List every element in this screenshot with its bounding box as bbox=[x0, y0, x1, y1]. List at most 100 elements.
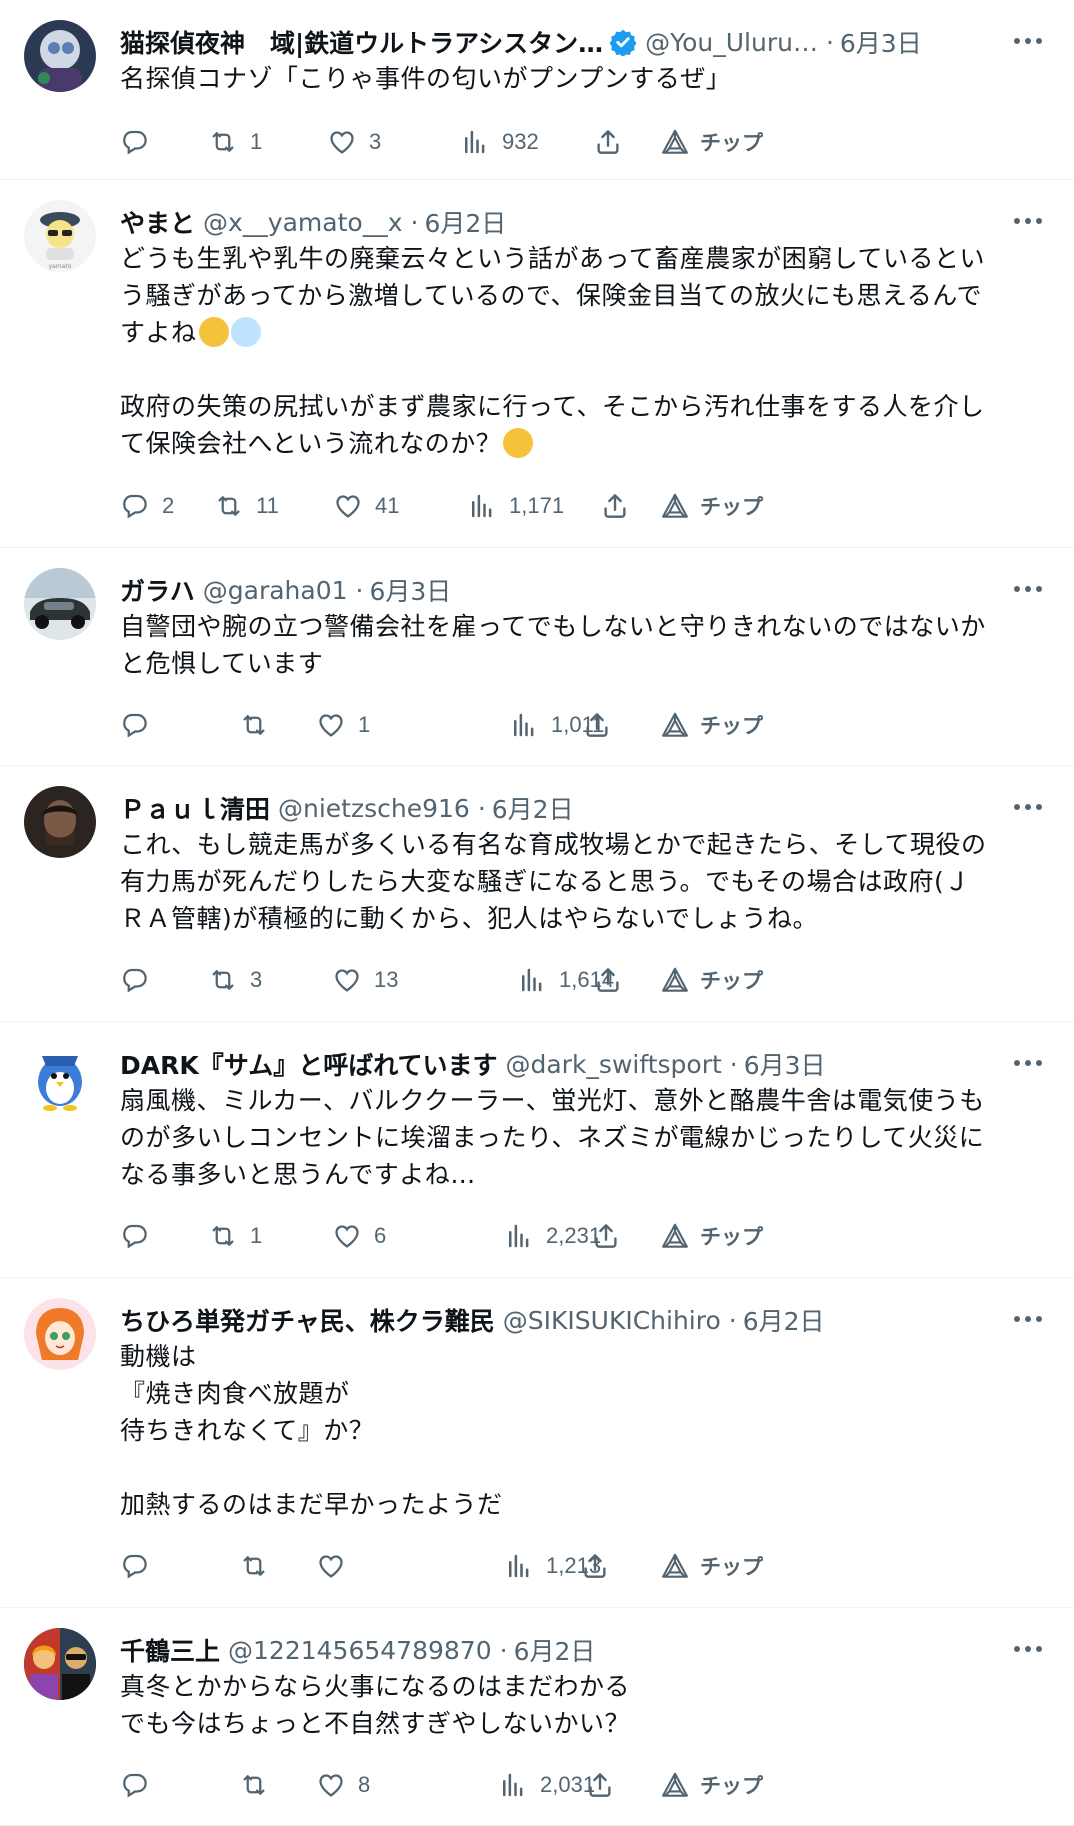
reply-button[interactable] bbox=[120, 1765, 162, 1805]
tweet-date[interactable]: 6月3日 bbox=[840, 24, 922, 60]
tweet-text: これ、もし競走馬が多くいる有名な育成牧場とかで起きたら、そして現役の 有力馬が死ん… bbox=[120, 826, 1044, 937]
user-handle[interactable]: @122145654789870 bbox=[228, 1636, 492, 1665]
tweet-text-line: 真冬とかからなら火事になるのはまだわかる bbox=[120, 1672, 631, 1701]
tip-button[interactable]: チップ bbox=[660, 1216, 763, 1256]
display-name[interactable]: Ｐａｕｌ清田 bbox=[120, 790, 270, 826]
reply-button[interactable] bbox=[120, 122, 162, 162]
retweet-icon bbox=[208, 965, 238, 995]
tweet-date[interactable]: 6月2日 bbox=[424, 204, 506, 240]
like-button[interactable]: 41 bbox=[333, 486, 399, 526]
views-button[interactable]: 932 bbox=[460, 122, 539, 162]
share-icon bbox=[593, 127, 623, 157]
views-button[interactable]: 1,171 bbox=[467, 486, 564, 526]
tip-icon bbox=[660, 710, 690, 740]
tweet-text-line: て保険会社へという流れなのか？ bbox=[120, 425, 1044, 462]
views-button[interactable]: 2,031 bbox=[498, 1765, 595, 1805]
tweet-reply[interactable]: DARK『サム』と呼ばれています @dark_swiftsport · 6月3日 扇風機… bbox=[0, 1022, 1074, 1278]
share-button[interactable] bbox=[582, 705, 612, 745]
retweet-button[interactable]: 3 bbox=[208, 960, 262, 1000]
user-handle[interactable]: @nietzsche916 bbox=[278, 794, 470, 823]
like-icon bbox=[333, 491, 363, 521]
tip-icon bbox=[660, 1770, 690, 1800]
reply-button[interactable] bbox=[120, 1546, 162, 1586]
share-button[interactable] bbox=[593, 960, 623, 1000]
more-icon[interactable] bbox=[1010, 26, 1046, 56]
separator-dot: · bbox=[355, 575, 364, 605]
display-name[interactable]: やまと bbox=[120, 204, 195, 240]
like-button[interactable] bbox=[316, 1546, 358, 1586]
tweet-reply[interactable]: 千鶴三上 @122145654789870 · 6月2日 真冬とかからなら火事になるのは… bbox=[0, 1608, 1074, 1826]
retweet-button[interactable]: 11 bbox=[214, 486, 279, 526]
share-button[interactable] bbox=[591, 1216, 621, 1256]
like-button[interactable]: 8 bbox=[316, 1765, 370, 1805]
tweet-reply[interactable]: yamato やまと @x__yamato__x · 6月2日 どうも生乳や乳牛の廃棄云々… bbox=[0, 180, 1074, 548]
avatar[interactable] bbox=[24, 568, 96, 640]
reply-button[interactable] bbox=[120, 705, 162, 745]
reply-button[interactable] bbox=[120, 960, 162, 1000]
display-name[interactable]: ちひろ単発ガチャ民、株クラ難民 bbox=[120, 1302, 495, 1338]
retweet-button[interactable] bbox=[239, 705, 281, 745]
tip-button[interactable]: チップ bbox=[660, 1546, 763, 1586]
action-bar: 8 2,031 チップ bbox=[120, 1765, 1044, 1805]
avatar[interactable] bbox=[24, 1298, 96, 1370]
tweet-date[interactable]: 6月3日 bbox=[744, 1046, 826, 1082]
share-button[interactable] bbox=[585, 1765, 615, 1805]
tweet-date[interactable]: 6月2日 bbox=[514, 1632, 596, 1668]
more-icon[interactable] bbox=[1010, 1048, 1046, 1078]
avatar[interactable] bbox=[24, 20, 96, 92]
display-name[interactable]: ガラハ bbox=[120, 572, 195, 608]
reply-button[interactable] bbox=[120, 1216, 162, 1256]
user-handle[interactable]: @x__yamato__x bbox=[203, 208, 402, 237]
avatar[interactable]: yamato bbox=[24, 200, 96, 272]
like-button[interactable]: 13 bbox=[332, 960, 398, 1000]
more-icon[interactable] bbox=[1010, 1634, 1046, 1664]
tweet-reply[interactable]: Ｐａｕｌ清田 @nietzsche916 · 6月2日 これ、もし競走馬が多くいる有名な… bbox=[0, 766, 1074, 1022]
action-bar: 1 3 932 チップ bbox=[120, 122, 1044, 162]
user-handle[interactable]: @SIKISUKIChihiro bbox=[503, 1306, 721, 1335]
views-button[interactable]: 2,231 bbox=[504, 1216, 601, 1256]
tip-label: チップ bbox=[700, 714, 763, 738]
more-icon[interactable] bbox=[1010, 574, 1046, 604]
tip-button[interactable]: チップ bbox=[660, 122, 763, 162]
user-handle[interactable]: @dark_swiftsport bbox=[505, 1050, 721, 1079]
tip-button[interactable]: チップ bbox=[660, 960, 763, 1000]
tweet-header: DARK『サム』と呼ばれています @dark_swiftsport · 6月3日 bbox=[120, 1044, 994, 1084]
tweet-header: 猫探偵夜神 域|鉄道ウルトラアシスタン… @You_Uluru… · 6月3日 bbox=[120, 22, 994, 62]
tweet-date[interactable]: 6月3日 bbox=[369, 572, 451, 608]
more-icon[interactable] bbox=[1010, 792, 1046, 822]
tip-button[interactable]: チップ bbox=[660, 705, 763, 745]
tweet-reply[interactable]: ガラハ @garaha01 · 6月3日 自警団や腕の立つ警備会社を雇ってでもしないと守… bbox=[0, 548, 1074, 766]
display-name[interactable]: 千鶴三上 bbox=[120, 1632, 220, 1668]
tweet-date[interactable]: 6月2日 bbox=[492, 790, 574, 826]
emoji-icon bbox=[230, 317, 261, 347]
user-handle[interactable]: @garaha01 bbox=[203, 576, 348, 605]
retweet-button[interactable] bbox=[239, 1546, 281, 1586]
like-button[interactable]: 6 bbox=[332, 1216, 386, 1256]
share-button[interactable] bbox=[600, 486, 630, 526]
retweet-button[interactable] bbox=[239, 1765, 281, 1805]
like-button[interactable]: 1 bbox=[316, 705, 370, 745]
share-button[interactable] bbox=[580, 1546, 610, 1586]
share-button[interactable] bbox=[593, 122, 623, 162]
reply-button[interactable]: 2 bbox=[120, 486, 174, 526]
action-bar: 1,213 チップ bbox=[120, 1546, 1044, 1586]
avatar[interactable] bbox=[24, 1042, 96, 1114]
tip-button[interactable]: チップ bbox=[660, 486, 763, 526]
display-name[interactable]: DARK『サム』と呼ばれています bbox=[120, 1046, 497, 1082]
tweet-text-line: 有力馬が死んだりしたら大変な騒ぎになると思う。でもその場合は政府(Ｊ bbox=[120, 867, 970, 896]
retweet-button[interactable]: 1 bbox=[208, 122, 262, 162]
retweet-button[interactable]: 1 bbox=[208, 1216, 262, 1256]
emoji-icon bbox=[198, 317, 229, 347]
display-name[interactable]: 猫探偵夜神 域|鉄道ウルトラアシスタン… bbox=[120, 24, 603, 60]
tweet-reply[interactable]: 猫探偵夜神 域|鉄道ウルトラアシスタン… @You_Uluru… · 6月3日 名探偵コ… bbox=[0, 0, 1074, 180]
more-icon[interactable] bbox=[1010, 206, 1046, 236]
tweet-date[interactable]: 6月2日 bbox=[743, 1302, 825, 1338]
tweet-reply[interactable]: ちひろ単発ガチャ民、株クラ難民 @SIKISUKIChihiro · 6月2日 動機は『… bbox=[0, 1278, 1074, 1608]
avatar[interactable] bbox=[24, 1628, 96, 1700]
tip-button[interactable]: チップ bbox=[660, 1765, 763, 1805]
like-button[interactable]: 3 bbox=[327, 122, 381, 162]
more-icon[interactable] bbox=[1010, 1304, 1046, 1334]
avatar[interactable] bbox=[24, 786, 96, 858]
user-handle[interactable]: @You_Uluru… bbox=[645, 28, 818, 57]
tweet-text-line: これ、もし競走馬が多くいる有名な育成牧場とかで起きたら、そして現役の bbox=[120, 830, 987, 859]
